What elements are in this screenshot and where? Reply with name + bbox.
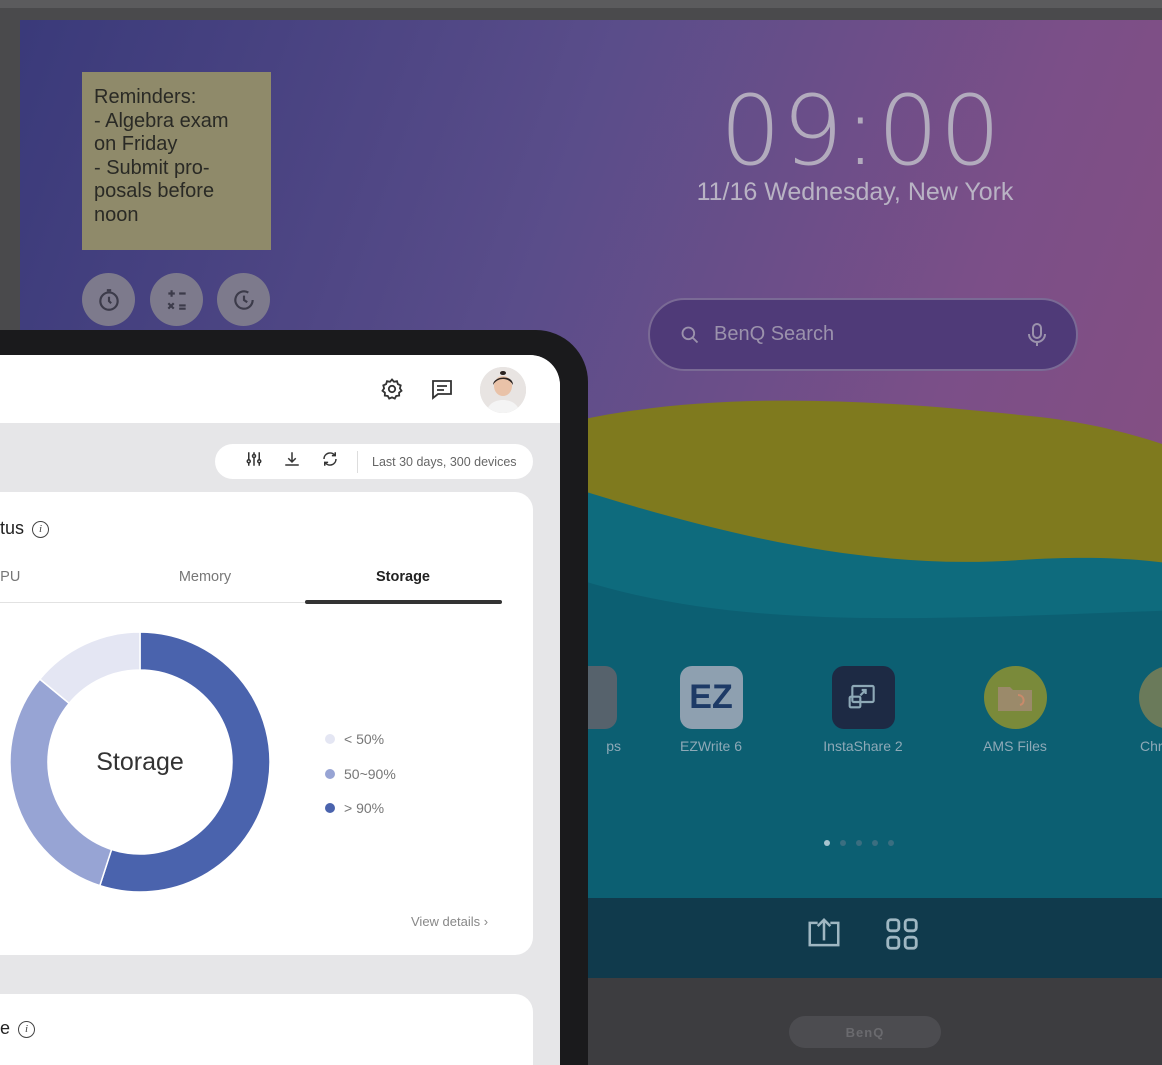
legend-label: < 50% <box>344 731 385 748</box>
view-details-link[interactable]: View details › <box>411 914 488 929</box>
search-placeholder: BenQ Search <box>714 323 835 345</box>
note-line: on Friday <box>94 133 178 155</box>
tab-memory[interactable]: Memory <box>106 569 304 585</box>
settings-gear-icon[interactable] <box>378 375 406 403</box>
legend-label: 50~90% <box>344 765 396 782</box>
page-dot <box>840 840 846 846</box>
app-label: EZWrite 6 <box>680 738 742 754</box>
avatar[interactable] <box>480 367 526 413</box>
filter-sliders-icon[interactable] <box>235 450 273 473</box>
timer-icon[interactable] <box>82 273 135 326</box>
date-range-label[interactable]: Last 30 days, 300 devices <box>372 455 517 469</box>
app-tile-ezwrite[interactable]: EZ EZWrite 6 <box>661 666 761 754</box>
search-bar[interactable]: BenQ Search <box>648 298 1078 371</box>
desktop-stage: Reminders: - Algebra exam on Friday - Su… <box>0 0 1162 1065</box>
display-top-edge <box>0 0 1162 8</box>
apps-grid-icon[interactable] <box>883 915 921 962</box>
app-header <box>0 355 560 423</box>
ams-files-icon <box>983 666 1047 729</box>
chart-legend: < 50% 50~90% > 90% <box>325 722 396 826</box>
calculator-icon[interactable] <box>150 273 203 326</box>
chat-icon[interactable] <box>428 375 456 403</box>
legend-dot <box>325 768 335 779</box>
storage-donut-chart: Storage <box>9 631 271 893</box>
chevron-right-icon: › <box>483 914 489 929</box>
note-line: - Submit pro- <box>94 156 210 179</box>
refresh-icon[interactable] <box>311 450 349 473</box>
legend-label: > 90% <box>344 800 385 817</box>
app-tile-instashare[interactable]: InstaShare 2 <box>813 666 913 754</box>
app-tile-chrome[interactable]: Chr <box>1120 666 1162 754</box>
sticky-note[interactable]: Reminders: - Algebra exam on Friday - Su… <box>82 72 271 250</box>
instashare-icon <box>831 666 895 729</box>
legend-item: > 90% <box>325 791 396 826</box>
clock: 09:00 <box>720 75 1002 187</box>
note-line: Reminders: <box>94 86 197 108</box>
info-icon[interactable]: i <box>18 1021 36 1038</box>
microphone-icon[interactable] <box>1028 322 1046 347</box>
note-line: noon <box>94 203 139 226</box>
card-title: gei <box>0 1018 36 1039</box>
download-icon[interactable] <box>273 450 311 473</box>
tablet-screen: Last 30 days, 300 devices atusi CPU Memo… <box>0 355 560 1065</box>
page-dot <box>824 840 830 846</box>
view-details-label: View details <box>411 914 481 929</box>
legend-dot <box>325 803 335 814</box>
page-dot <box>872 840 878 846</box>
brand-logo: BenQ <box>789 1016 941 1048</box>
tab-storage[interactable]: Storage <box>304 569 502 585</box>
app-label: InstaShare 2 <box>823 738 903 754</box>
tab-cpu[interactable]: CPU <box>0 569 104 585</box>
filter-bar: Last 30 days, 300 devices <box>215 444 533 479</box>
info-icon[interactable]: i <box>32 521 50 538</box>
legend-item: < 50% <box>325 722 396 757</box>
card-title-text: ge <box>0 1018 11 1038</box>
active-tab-indicator <box>305 600 502 604</box>
status-card: atusi CPU Memory Storage Storage < 50% 5… <box>0 492 533 955</box>
card-title: atusi <box>0 518 50 539</box>
app-tile-ams-files[interactable]: AMS Files <box>965 666 1065 754</box>
page-indicator[interactable] <box>824 840 894 846</box>
app-label: Chr <box>1140 738 1162 754</box>
filter-divider <box>357 450 358 473</box>
legend-item: 50~90% <box>325 757 396 792</box>
note-line: - Algebra exam <box>94 109 229 132</box>
app-label: AMS Files <box>983 738 1047 754</box>
stopwatch-icon[interactable] <box>217 273 270 326</box>
card-title-text: atus <box>0 518 25 538</box>
ezwrite-icon: EZ <box>679 666 743 729</box>
page-dot <box>888 840 894 846</box>
page-dot <box>856 840 862 846</box>
donut-center-label: Storage <box>96 747 184 776</box>
usage-card: gei <box>0 994 533 1065</box>
share-screen-icon[interactable] <box>805 915 843 962</box>
legend-dot <box>325 734 335 745</box>
date-location: 11/16 Wednesday, New York <box>696 178 1014 206</box>
note-line: posals before <box>94 180 215 202</box>
chrome-icon <box>1138 666 1162 729</box>
search-icon <box>681 326 699 343</box>
